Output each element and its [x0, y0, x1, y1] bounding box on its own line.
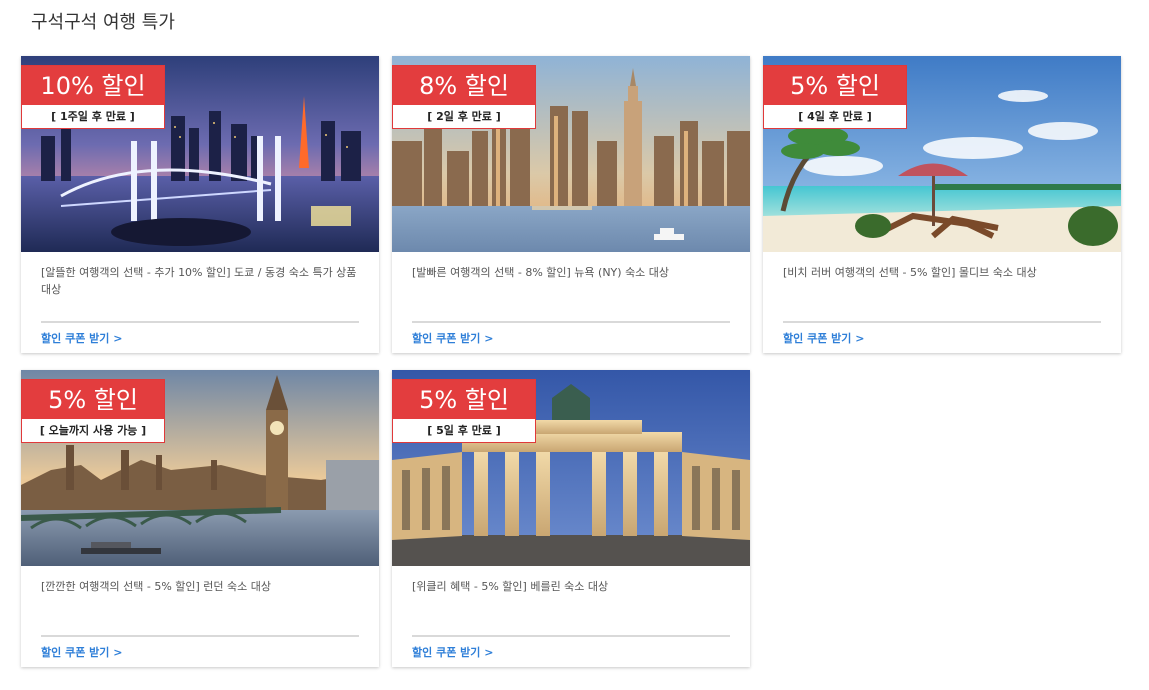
expiry-label: [ 4일 후 만료 ]	[798, 110, 872, 123]
deal-description[interactable]: [깐깐한 여행객의 선택 - 5% 할인] 런던 숙소 대상	[41, 578, 361, 595]
discount-label: 5% 할인	[764, 66, 906, 105]
deal-description[interactable]: [비치 러버 여행객의 선택 - 5% 할인] 몰디브 숙소 대상	[783, 264, 1103, 281]
deal-card-london[interactable]: 5% 할인 [ 오늘까지 사용 가능 ] [깐깐한 여행객의 선택 - 5% 할…	[21, 370, 379, 667]
deal-description[interactable]: [위클리 혜택 - 5% 할인] 베를린 숙소 대상	[412, 578, 732, 595]
discount-badge: 5% 할인 [ 5일 후 만료 ]	[392, 379, 536, 443]
expiry-label: [ 1주일 후 만료 ]	[51, 110, 135, 123]
deals-grid: 10% 할인 [ 1주일 후 만료 ] [알뜰한 여행객의 선택 - 추가 10…	[21, 56, 1131, 676]
card-divider	[41, 635, 359, 637]
get-coupon-link[interactable]: 할인 쿠폰 받기 >	[41, 330, 122, 346]
expiry-label: [ 오늘까지 사용 가능 ]	[39, 424, 147, 437]
discount-badge: 5% 할인 [ 4일 후 만료 ]	[763, 65, 907, 129]
get-coupon-link[interactable]: 할인 쿠폰 받기 >	[412, 330, 493, 346]
deal-card-tokyo[interactable]: 10% 할인 [ 1주일 후 만료 ] [알뜰한 여행객의 선택 - 추가 10…	[21, 56, 379, 353]
discount-label: 10% 할인	[22, 66, 164, 105]
deal-card-berlin[interactable]: 5% 할인 [ 5일 후 만료 ] [위클리 혜택 - 5% 할인] 베를린 숙…	[392, 370, 750, 667]
expiry-label: [ 2일 후 만료 ]	[427, 110, 501, 123]
card-divider	[412, 321, 730, 323]
page-title: 구석구석 여행 특가	[31, 12, 175, 33]
deal-description[interactable]: [발빠른 여행객의 선택 - 8% 할인] 뉴욕 (NY) 숙소 대상	[412, 264, 732, 281]
get-coupon-link[interactable]: 할인 쿠폰 받기 >	[783, 330, 864, 346]
get-coupon-link[interactable]: 할인 쿠폰 받기 >	[412, 644, 493, 660]
expiry-label: [ 5일 후 만료 ]	[427, 424, 501, 437]
deal-description[interactable]: [알뜰한 여행객의 선택 - 추가 10% 할인] 도쿄 / 동경 숙소 특가 …	[41, 264, 361, 298]
discount-label: 5% 할인	[393, 380, 535, 419]
deal-card-maldives[interactable]: 5% 할인 [ 4일 후 만료 ] [비치 러버 여행객의 선택 - 5% 할인…	[763, 56, 1121, 353]
discount-badge: 10% 할인 [ 1주일 후 만료 ]	[21, 65, 165, 129]
card-divider	[41, 321, 359, 323]
discount-label: 5% 할인	[22, 380, 164, 419]
get-coupon-link[interactable]: 할인 쿠폰 받기 >	[41, 644, 122, 660]
discount-label: 8% 할인	[393, 66, 535, 105]
card-divider	[412, 635, 730, 637]
discount-badge: 5% 할인 [ 오늘까지 사용 가능 ]	[21, 379, 165, 443]
discount-badge: 8% 할인 [ 2일 후 만료 ]	[392, 65, 536, 129]
card-divider	[783, 321, 1101, 323]
deal-card-new-york[interactable]: 8% 할인 [ 2일 후 만료 ] [발빠른 여행객의 선택 - 8% 할인] …	[392, 56, 750, 353]
